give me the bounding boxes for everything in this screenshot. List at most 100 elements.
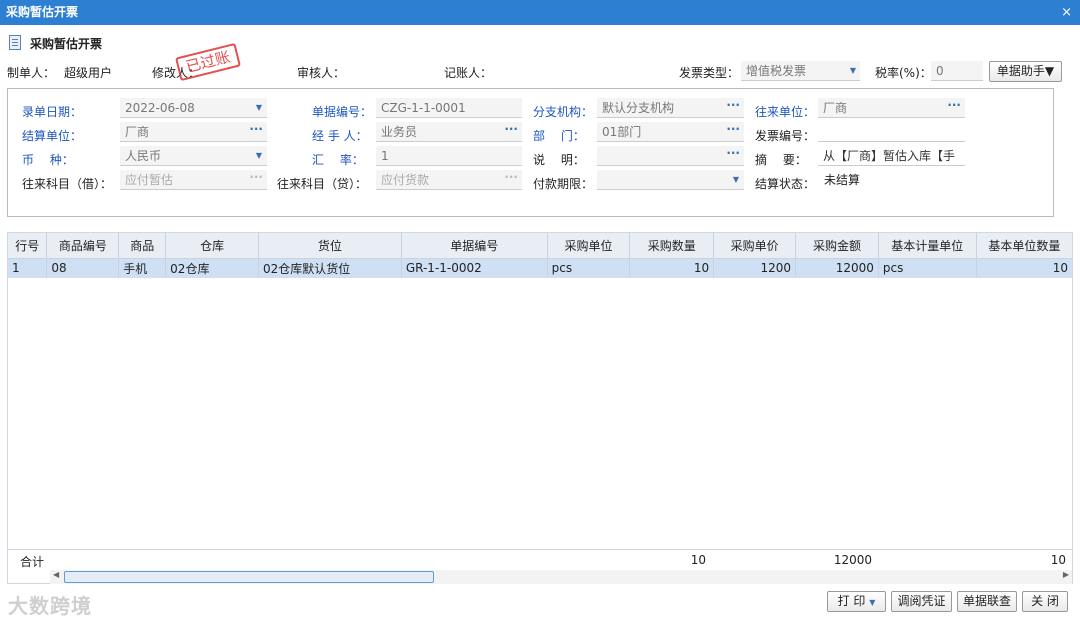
currency-field[interactable]: 人民币 ▼ [120,146,267,166]
tax-rate-value: 0 [936,64,944,78]
branch-label: 分支机构： [533,105,594,119]
invoice-type-select[interactable]: 增值税发票 ▼ [741,61,860,81]
more-icon[interactable]: ··· [726,146,740,163]
cell-row-no[interactable]: 1 [8,258,48,278]
total-amount: 12000 [833,553,872,567]
summary-value: 从【厂商】暂估入库【手 [823,149,956,163]
linked-query-button[interactable]: 单据联查 [957,591,1017,612]
helper-button[interactable]: 单据助手▼ [989,61,1062,82]
credit-acct-field[interactable]: 应付货款 ··· [376,170,522,190]
more-icon[interactable]: ··· [504,122,518,139]
page-title: 采购暂估开票 [30,37,103,51]
handler-value: 业务员 [381,125,418,139]
col-header[interactable]: 单据编号 [401,233,548,259]
col-header[interactable]: 商品 [118,233,167,259]
close-icon[interactable]: × [1061,0,1072,25]
more-icon[interactable]: ··· [726,122,740,139]
more-icon[interactable]: ··· [504,170,518,187]
cell-amount[interactable]: 12000 [795,258,879,278]
cell-base-qty[interactable]: 10 [976,258,1072,278]
credit-acct-label: 往来科目（贷）： [277,177,368,191]
cell-unit[interactable]: pcs [547,258,631,278]
document-icon [9,35,21,50]
more-icon[interactable]: ··· [249,122,263,139]
chevron-down-icon: ▼ [849,66,856,75]
maker-value: 超级用户 [64,66,113,80]
invoice-no-field[interactable] [818,122,965,142]
col-header[interactable]: 基本单位数量 [976,233,1072,259]
tax-rate-input[interactable]: 0 [931,61,983,81]
handler-field[interactable]: 业务员 ··· [376,122,522,142]
totals-row: 合计 10 12000 10 [8,549,1072,570]
col-header[interactable]: 仓库 [165,233,259,259]
print-button[interactable]: 打 印 ▼ [827,591,886,612]
col-header[interactable]: 采购数量 [629,233,715,259]
entry-date-field[interactable]: 2022-06-08 ▼ [120,98,267,118]
table-header-row: 行号 商品编号 商品 仓库 货位 单据编号 采购单位 采购数量 采购单价 采购金… [8,233,1072,259]
partner-label: 往来单位： [755,105,816,119]
partner-field[interactable]: 厂商 ··· [818,98,965,118]
chevron-down-icon: ▼ [255,103,262,112]
branch-field[interactable]: 默认分支机构 ··· [597,98,744,118]
doc-no-field[interactable]: CZG-1-1-0001 [376,98,522,118]
debit-acct-field[interactable]: 应付暂估 ··· [120,170,267,190]
entry-date-value: 2022-06-08 [125,101,195,115]
cell-qty[interactable]: 10 [629,258,715,278]
table-row[interactable]: 1 08 手机 02仓库 02仓库默认货位 GR-1-1-0002 pcs 10… [8,258,1072,278]
debit-acct-label: 往来科目（借）： [22,177,113,191]
col-header[interactable]: 采购单价 [713,233,797,259]
print-label: 打 印 [837,594,866,608]
debit-acct-value: 应付暂估 [125,173,174,187]
cell-price[interactable]: 1200 [713,258,797,278]
window-title: 采购暂估开票 [6,5,79,19]
scroll-right-icon[interactable]: ▶ [1063,570,1069,579]
note-field[interactable]: ··· [597,146,744,166]
handler-label: 经 手 人： [312,129,368,143]
dept-value: 01部门 [602,125,642,139]
cell-location[interactable]: 02仓库默认货位 [258,258,402,278]
scroll-thumb[interactable] [64,571,434,583]
rate-field[interactable]: 1 [376,146,522,166]
cell-item[interactable]: 手机 [118,258,167,278]
more-icon[interactable]: ··· [249,170,263,187]
more-icon[interactable]: ··· [947,98,961,115]
tax-rate-label: 税率(%)： [875,66,932,80]
chevron-down-icon: ▼ [732,175,739,184]
cell-doc-no[interactable]: GR-1-1-0002 [401,258,548,278]
chevron-down-icon: ▼ [255,151,262,160]
scroll-left-icon[interactable]: ◀ [53,570,59,579]
doc-no-value: CZG-1-1-0001 [381,101,466,115]
settle-unit-label: 结算单位： [22,129,83,143]
invoice-no-label: 发票编号： [755,129,816,143]
horizontal-scrollbar[interactable]: ◀ ▶ [50,570,1072,584]
totals-label: 合计 [20,555,45,569]
col-header[interactable]: 货位 [258,233,402,259]
dept-label: 部 门： [533,129,585,143]
close-button[interactable]: 关 闭 [1022,591,1068,612]
detail-table: 行号 商品编号 商品 仓库 货位 单据编号 采购单位 采购数量 采购单价 采购金… [8,233,1072,278]
currency-label: 币 种： [22,153,74,167]
detail-grid[interactable]: 行号 商品编号 商品 仓库 货位 单据编号 采购单位 采购数量 采购单价 采购金… [7,232,1073,584]
dept-field[interactable]: 01部门 ··· [597,122,744,142]
summary-field[interactable]: 从【厂商】暂估入库【手 [818,146,965,166]
branch-value: 默认分支机构 [602,101,675,115]
col-header[interactable]: 商品编号 [46,233,120,259]
col-header[interactable]: 行号 [8,233,48,259]
cell-item-code[interactable]: 08 [46,258,120,278]
pay-term-field[interactable]: ▼ [597,170,744,190]
rate-value: 1 [381,149,389,163]
total-qty: 10 [690,553,706,567]
cell-base-unit[interactable]: pcs [878,258,977,278]
chevron-down-icon: ▼ [869,598,876,607]
auditor-label: 审核人： [297,66,346,80]
cell-warehouse[interactable]: 02仓库 [165,258,259,278]
settle-unit-field[interactable]: 厂商 ··· [120,122,267,142]
col-header[interactable]: 基本计量单位 [878,233,977,259]
settle-status-label: 结算状态： [755,177,816,191]
col-header[interactable]: 采购单位 [547,233,631,259]
col-header[interactable]: 采购金额 [795,233,879,259]
more-icon[interactable]: ··· [726,98,740,115]
doc-no-label: 单据编号： [312,105,373,119]
view-voucher-button[interactable]: 调阅凭证 [891,591,952,612]
invoice-type-label: 发票类型： [679,66,740,80]
